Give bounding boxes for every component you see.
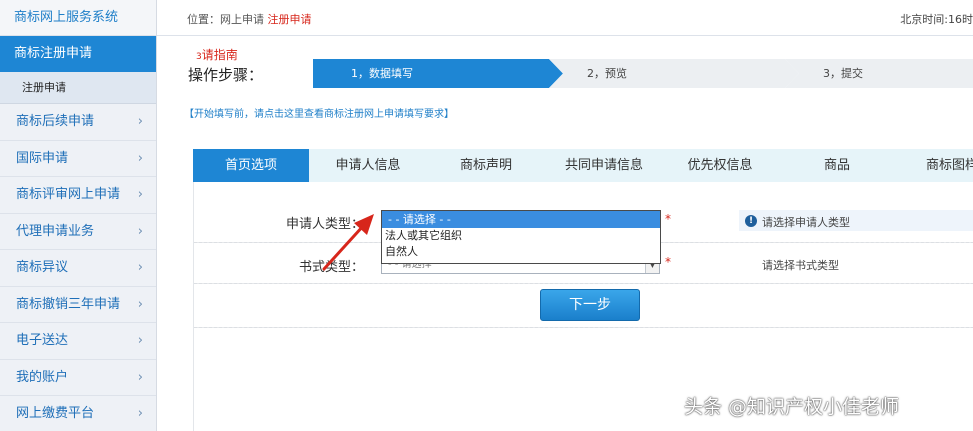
sidebar-item-label: 商标评审网上申请 xyxy=(16,187,121,202)
info-icon: ! xyxy=(745,215,757,227)
tab-trademark-statement[interactable]: 商标声明 xyxy=(427,149,545,182)
sidebar-item-label: 商标后续申请 xyxy=(16,114,95,129)
sidebar-item-label: 商标异议 xyxy=(16,260,69,275)
chevron-right-icon: › xyxy=(137,296,143,312)
step-preview: 2，预览 xyxy=(549,59,799,88)
sidebar-item-international[interactable]: 国际申请 › xyxy=(0,141,156,177)
tab-goods[interactable]: 商品 xyxy=(777,149,897,182)
dropdown-option-legal-entity[interactable]: 法人或其它组织 xyxy=(382,228,660,244)
sidebar-item-review[interactable]: 商标评审网上申请 › xyxy=(0,177,156,214)
sidebar-item-opposition[interactable]: 商标异议 › xyxy=(0,250,156,287)
form-tabs: 首页选项 申请人信息 商标声明 共同申请信息 优先权信息 商品 商标图样 xyxy=(193,149,973,182)
breadcrumb-current[interactable]: 注册申请 xyxy=(268,13,312,26)
chevron-right-icon: › xyxy=(137,260,143,275)
applicant-type-dropdown[interactable]: - - 请选择 - - 法人或其它组织 自然人 xyxy=(381,210,661,264)
sidebar: 商标网上服务系统 商标注册申请 注册申请 商标后续申请 › 国际申请 › 商标评审网… xyxy=(0,0,157,431)
tab-home-options[interactable]: 首页选项 xyxy=(193,149,309,182)
top-bar: 位置：网上申请 注册申请 北京时间:16时 xyxy=(157,0,973,36)
sidebar-item-label: 商标撤销三年申请 xyxy=(16,296,121,312)
chevron-right-icon: › xyxy=(137,406,143,421)
tab-priority-info[interactable]: 优先权信息 xyxy=(663,149,777,182)
step-submit: 3，提交 xyxy=(785,59,973,88)
sidebar-item-label: 国际申请 xyxy=(16,150,69,166)
watermark: 头条 @知识产权小佳老师 xyxy=(684,396,900,418)
chevron-right-icon: › xyxy=(137,150,143,166)
required-mark: * xyxy=(665,212,671,226)
chevron-right-icon: › xyxy=(137,223,143,239)
breadcrumb: 位置：网上申请 注册申请 xyxy=(187,11,312,27)
divider xyxy=(194,283,973,284)
chevron-right-icon: › xyxy=(137,114,143,129)
divider xyxy=(194,327,973,328)
tab-joint-application[interactable]: 共同申请信息 xyxy=(545,149,663,182)
sidebar-item-e-delivery[interactable]: 电子送达 › xyxy=(0,323,156,360)
step-data-entry: 1，数据填写 xyxy=(313,59,563,88)
guide-label: 请指南 xyxy=(201,48,238,62)
sidebar-item-account[interactable]: 我的账户 › xyxy=(0,360,156,396)
red-arrow-icon xyxy=(322,214,374,271)
dropdown-option-placeholder[interactable]: - - 请选择 - - xyxy=(382,211,660,228)
sidebar-item-label: 网上缴费平台 xyxy=(16,406,95,421)
system-title: 商标网上服务系统 xyxy=(0,0,156,36)
sidebar-item-followup[interactable]: 商标后续申请 › xyxy=(0,104,156,141)
required-mark: * xyxy=(665,255,671,269)
sidebar-item-agency[interactable]: 代理申请业务 › xyxy=(0,214,156,250)
chevron-right-icon: › xyxy=(137,369,143,385)
breadcrumb-prefix: 位置：网上申请 xyxy=(187,13,264,26)
sidebar-item-label: 我的账户 xyxy=(16,369,69,385)
chevron-right-icon: › xyxy=(137,187,143,202)
dropdown-option-natural-person[interactable]: 自然人 xyxy=(382,244,660,260)
tab-applicant-info[interactable]: 申请人信息 xyxy=(309,149,427,182)
tab-trademark-image[interactable]: 商标图样 xyxy=(897,149,973,182)
sidebar-item-trademark-registration[interactable]: 商标注册申请 xyxy=(0,36,156,72)
filling-requirements-link[interactable]: 【开始填写前，请点击这里查看商标注册网上申请填写要求】 xyxy=(184,105,454,120)
beijing-time: 北京时间:16时 xyxy=(900,13,973,26)
chevron-right-icon: › xyxy=(137,333,143,348)
sidebar-item-payment[interactable]: 网上缴费平台 › xyxy=(0,396,156,431)
sidebar-item-label: 电子送达 xyxy=(16,333,69,348)
sidebar-item-revocation[interactable]: 商标撤销三年申请 › xyxy=(0,287,156,323)
sidebar-item-label: 代理申请业务 xyxy=(16,223,95,239)
steps-label: 操作步骤： xyxy=(188,66,264,84)
guide-link[interactable]: 3请指南 xyxy=(196,46,238,63)
applicant-type-hint: 请选择申请人类型 xyxy=(762,216,850,229)
doc-type-hint: 请选择书式类型 xyxy=(762,259,839,272)
next-step-button[interactable]: 下一步 xyxy=(540,289,640,321)
sidebar-subitem-registration-application[interactable]: 注册申请 xyxy=(0,72,156,104)
